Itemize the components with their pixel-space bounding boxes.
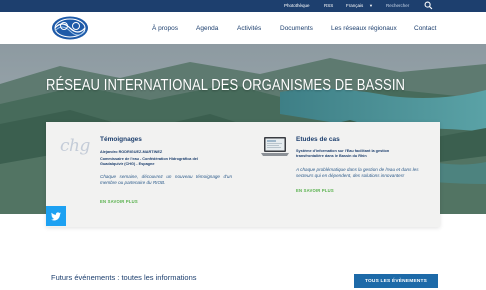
rss-link[interactable]: RSS [324, 2, 333, 10]
case-study-excerpt: A chaque problématique dans la gestion d… [296, 167, 419, 178]
events-title: Futurs événements : toutes les informati… [51, 273, 197, 282]
testimonials-heading: Témoignages [100, 136, 142, 143]
case-study-subtitle: Système d'information sur l'Eau facilita… [296, 149, 390, 158]
testimonial-role: Commissaire de l'eau - Confédération Hid… [100, 157, 198, 166]
search-icon[interactable] [424, 1, 433, 10]
top-utility-bar: Photothèque RSS Français ▼ Rechercher [0, 0, 486, 12]
language-selector[interactable]: Français [346, 2, 363, 10]
all-events-button[interactable]: TOUS LES ÉVÈNEMENTS [354, 274, 438, 288]
testimonial-name: Alejandro RODRIGUEZ-MARTINEZ [100, 150, 163, 154]
search-input[interactable]: Rechercher [386, 2, 409, 10]
feature-card: chg Témoignages Alejandro RODRIGUEZ-MART… [46, 122, 440, 227]
twitter-button[interactable] [46, 206, 66, 226]
twitter-icon [51, 211, 61, 220]
nav-agenda[interactable]: Agenda [196, 12, 218, 44]
testimonials-more-link[interactable]: EN SAVOIR PLUS [100, 199, 138, 204]
nav-activites[interactable]: Activités [237, 12, 261, 44]
nav-contact[interactable]: Contact [414, 12, 436, 44]
site-header: À propos Agenda Activités Documents Les … [0, 12, 486, 44]
hero-title: RÉSEAU INTERNATIONAL DES ORGANISMES DE B… [46, 77, 406, 94]
case-studies-more-link[interactable]: EN SAVOIR PLUS [296, 188, 334, 193]
phototheque-link[interactable]: Photothèque [284, 2, 310, 10]
nav-a-propos[interactable]: À propos [152, 12, 178, 44]
caret-down-icon[interactable]: ▼ [369, 2, 373, 10]
riob-logo[interactable] [50, 15, 90, 41]
chg-logo: chg [60, 136, 90, 156]
testimonial-excerpt: Chaque semaine, découvrez un nouveau tém… [100, 174, 232, 185]
laptop-icon [260, 136, 290, 158]
case-studies-heading: Etudes de cas [296, 136, 340, 143]
nav-documents[interactable]: Documents [280, 12, 313, 44]
nav-reseaux-regionaux[interactable]: Les réseaux régionaux [331, 12, 397, 44]
